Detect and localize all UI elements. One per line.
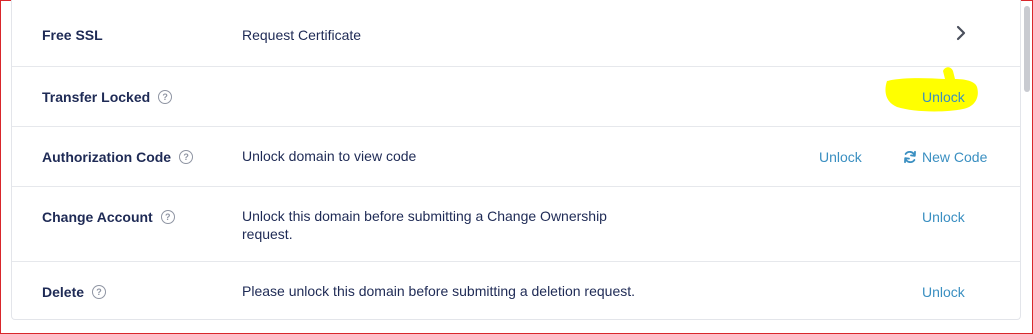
authorization-unlock-link[interactable]: Unlock	[819, 149, 862, 165]
settings-row-transfer-locked: Transfer Locked ? Unlock	[12, 67, 1020, 127]
chevron-right-icon[interactable]	[952, 24, 970, 42]
delete-unlock-link[interactable]: Unlock	[922, 284, 965, 300]
settings-row-authorization-code: Authorization Code ? Unlock domain to vi…	[12, 127, 1020, 187]
settings-row-delete: Delete ? Please unlock this domain befor…	[12, 262, 1020, 320]
row-label: Change Account ?	[42, 209, 175, 225]
row-label: Authorization Code ?	[42, 149, 194, 165]
question-circle-icon[interactable]: ?	[92, 285, 107, 299]
question-circle-icon[interactable]: ?	[179, 150, 194, 164]
change-account-description-line2: request.	[242, 226, 293, 242]
authorization-code-label: Authorization Code	[42, 149, 172, 165]
row-label: Free SSL	[42, 27, 103, 43]
refresh-icon	[904, 150, 916, 164]
free-ssl-label: Free SSL	[42, 27, 103, 43]
change-account-description-line1: Unlock this domain before submitting a C…	[242, 208, 607, 224]
transfer-locked-label: Transfer Locked	[42, 89, 151, 105]
row-label: Transfer Locked ?	[42, 89, 173, 105]
delete-description: Please unlock this domain before submitt…	[242, 283, 636, 299]
question-circle-icon[interactable]: ?	[158, 90, 173, 104]
authorization-code-description: Unlock domain to view code	[242, 148, 417, 164]
row-label: Delete ?	[42, 284, 107, 300]
settings-row-change-account: Change Account ? Unlock this domain befo…	[12, 187, 1020, 262]
change-account-description: Unlock this domain before submitting a C…	[242, 207, 607, 243]
change-account-label: Change Account	[42, 209, 153, 225]
free-ssl-description: Request Certificate	[242, 27, 362, 43]
change-account-unlock-link[interactable]: Unlock	[922, 209, 965, 225]
new-code-label: New Code	[922, 149, 988, 165]
delete-label: Delete	[42, 284, 85, 300]
domain-settings-panel: Free SSL Request Certificate Transfer Lo…	[11, 0, 1021, 320]
transfer-unlock-link[interactable]: Unlock	[922, 89, 965, 105]
settings-row-free-ssl[interactable]: Free SSL Request Certificate	[12, 0, 1020, 67]
new-code-button[interactable]: New Code	[903, 149, 987, 165]
scrollbar-thumb[interactable]	[1024, 6, 1030, 92]
question-circle-icon[interactable]: ?	[160, 210, 175, 224]
